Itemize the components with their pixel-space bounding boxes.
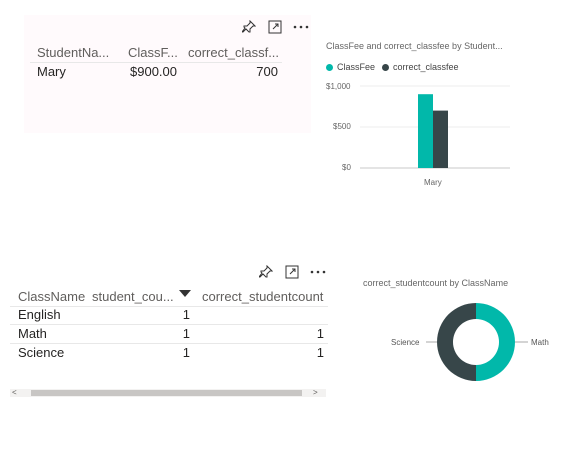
y-tick-label: $0 (342, 163, 351, 172)
donut-chart-title: correct_studentcount by ClassName (363, 278, 509, 288)
table-cell: Science (18, 345, 65, 360)
pin-icon[interactable] (240, 18, 258, 36)
table-cell: $900.00 (130, 64, 177, 79)
bar-correct-classfee[interactable] (433, 110, 448, 168)
column-header[interactable]: StudentNa... (37, 44, 121, 62)
table-row[interactable]: Math 1 1 (10, 325, 328, 344)
donut-label-science: Science (391, 338, 420, 347)
table-cell: 1 (316, 326, 324, 341)
more-options-icon[interactable] (292, 18, 310, 36)
focus-mode-icon[interactable] (283, 263, 301, 281)
table-cell: 1 (182, 307, 190, 322)
column-header[interactable]: ClassName (18, 288, 94, 306)
table-cell: 1 (316, 345, 324, 360)
legend-dot-correct-classfee (382, 63, 390, 71)
table-row[interactable]: Science 1 1 (10, 344, 328, 362)
x-tick-label: Mary (424, 178, 442, 187)
table-cell (260, 306, 324, 324)
donut-slice-science[interactable] (437, 303, 476, 381)
table-cell: English (18, 307, 61, 322)
legend-label-correct-classfee: correct_classfee (393, 62, 459, 72)
column-header[interactable]: correct_studentcount (202, 288, 328, 306)
legend-dot-classfee (326, 63, 333, 71)
y-tick-label: $1,000 (326, 82, 351, 91)
table-cell: Mary (37, 64, 66, 79)
top-table: StudentNa... ClassF... correct_classf...… (30, 44, 282, 84)
bar-chart-legend: ClassFee correct_classfee (326, 62, 459, 72)
table-header-row: ClassName student_cou... correct_student… (10, 288, 328, 307)
donut-chart: Science Math (391, 303, 549, 381)
table-row[interactable]: Mary $900.00 700 (30, 63, 282, 81)
bottom-table-header-icons (257, 263, 327, 281)
donut-label-math: Math (531, 338, 549, 347)
bottom-table: ClassName student_cou... correct_student… (10, 288, 328, 364)
y-tick-label: $500 (333, 122, 351, 131)
table-row[interactable]: English 1 (10, 306, 328, 325)
bar-chart (360, 85, 510, 169)
donut-slice-math[interactable] (476, 303, 515, 381)
table-cell: 700 (256, 64, 278, 79)
table-header-row: StudentNa... ClassF... correct_classf... (30, 44, 282, 63)
table-cell: 1 (182, 326, 190, 341)
legend-label-classfee: ClassFee (337, 62, 376, 72)
top-table-header-icons (240, 18, 310, 36)
table-cell: 1 (182, 345, 190, 360)
scroll-right-icon[interactable]: > (313, 388, 318, 397)
pin-icon[interactable] (257, 263, 275, 281)
bar-classfee[interactable] (418, 94, 433, 168)
focus-mode-icon[interactable] (266, 18, 284, 36)
sort-descending-icon[interactable] (176, 288, 194, 300)
table-cell: Math (18, 326, 47, 341)
bar-chart-title: ClassFee and correct_classfee by Student… (326, 41, 503, 51)
scrollbar-thumb[interactable] (31, 390, 302, 396)
column-header[interactable]: correct_classf... (188, 44, 282, 62)
column-header[interactable]: student_cou... (92, 288, 182, 306)
scroll-left-icon[interactable]: < (12, 388, 17, 397)
column-header[interactable]: ClassF... (128, 44, 184, 62)
more-options-icon[interactable] (309, 263, 327, 281)
